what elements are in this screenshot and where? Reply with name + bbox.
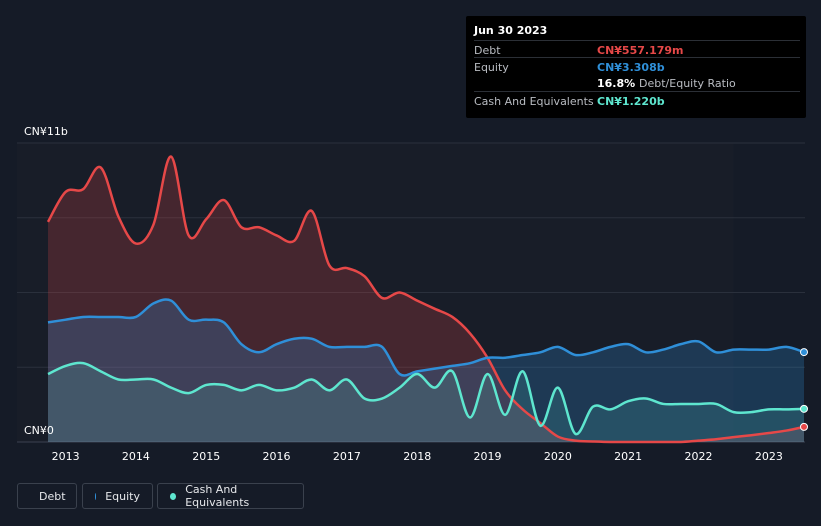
legend-debt-label: Debt xyxy=(39,489,66,503)
legend-cash-dot xyxy=(170,492,177,500)
cash-endpoint-marker xyxy=(800,404,808,413)
legend-cash[interactable]: Cash And Equivalents xyxy=(157,483,304,509)
x-tick-label: 2018 xyxy=(403,450,432,463)
tooltip-date: Jun 30 2023 xyxy=(474,24,548,37)
x-tick-label: 2019 xyxy=(473,450,502,463)
tooltip-row-debt: Debt CN¥557.179m xyxy=(474,40,800,58)
legend-equity-label: Equity xyxy=(105,489,140,503)
legend-debt[interactable]: Debt xyxy=(17,483,77,509)
tooltip-ratio-value: 16.8% xyxy=(597,77,636,90)
legend-equity[interactable]: Equity xyxy=(82,483,153,509)
tooltip-ratio: 16.8% Debt/Equity Ratio xyxy=(597,77,736,90)
tooltip-ratio-label: Debt/Equity Ratio xyxy=(639,77,736,90)
x-tick-label: 2023 xyxy=(754,450,783,463)
x-tick-label: 2020 xyxy=(543,450,572,463)
y-axis-bottom-label: CN¥0 xyxy=(24,424,54,437)
x-tick-label: 2015 xyxy=(192,450,221,463)
tooltip-cash-value: CN¥1.220b xyxy=(597,95,665,108)
x-tick-label: 2013 xyxy=(51,450,80,463)
y-axis-top-label: CN¥11b xyxy=(24,125,68,138)
legend-equity-dot xyxy=(95,492,97,500)
tooltip-debt-value: CN¥557.179m xyxy=(597,44,684,57)
tooltip-equity-value: CN¥3.308b xyxy=(597,61,665,74)
x-tick-label: 2022 xyxy=(684,450,713,463)
x-tick-label: 2014 xyxy=(121,450,150,463)
tooltip-equity-label: Equity xyxy=(474,61,509,74)
equity-endpoint-marker xyxy=(800,348,808,357)
tooltip-row-cash: Cash And Equivalents CN¥1.220b xyxy=(474,91,800,109)
tooltip-row-equity: Equity CN¥3.308b xyxy=(474,57,800,75)
legend-cash-label: Cash And Equivalents xyxy=(185,483,250,509)
tooltip-debt-label: Debt xyxy=(474,44,501,57)
tooltip: Jun 30 2023 Debt CN¥557.179m Equity CN¥3… xyxy=(466,16,806,118)
x-tick-label: 2017 xyxy=(332,450,361,463)
debt-endpoint-marker xyxy=(800,422,808,431)
tooltip-cash-label: Cash And Equivalents xyxy=(474,95,594,108)
x-tick-label: 2016 xyxy=(262,450,291,463)
x-tick-label: 2021 xyxy=(614,450,643,463)
